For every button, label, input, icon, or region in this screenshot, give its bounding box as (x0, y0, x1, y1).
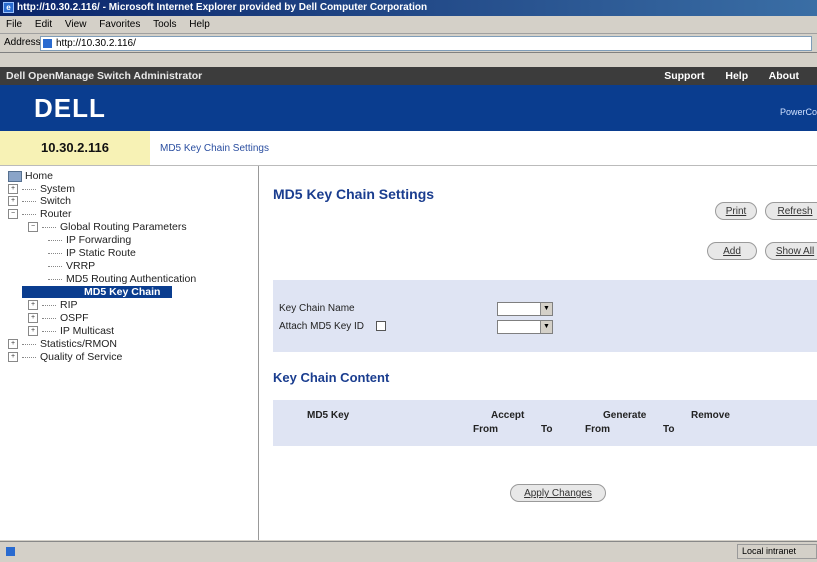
tree-item-router[interactable]: − Router (8, 208, 72, 220)
tree-item-system[interactable]: + System (8, 183, 75, 195)
tree-label: System (40, 183, 76, 195)
page-title: MD5 Key Chain Settings (273, 186, 435, 202)
menu-edit[interactable]: Edit (35, 19, 52, 30)
tree-label: Global Routing Parameters (60, 221, 187, 233)
tree-label: IP Forwarding (66, 234, 132, 246)
key-chain-content-title: Key Chain Content (273, 370, 390, 385)
print-button[interactable]: Print (715, 202, 757, 220)
tree-label: Switch (40, 195, 71, 207)
col-accept: Accept (491, 410, 525, 421)
expand-icon[interactable]: + (8, 352, 18, 363)
tree-label: Router (40, 208, 72, 220)
tree-label: IP Multicast (60, 325, 115, 337)
tree-label: Quality of Service (40, 351, 123, 363)
menu-file[interactable]: File (6, 19, 22, 30)
expand-icon[interactable]: + (8, 339, 18, 350)
col-md5-key: MD5 Key (307, 410, 350, 421)
collapse-icon[interactable]: − (28, 222, 38, 233)
menu-view[interactable]: View (65, 19, 87, 30)
tree-label: OSPF (60, 312, 89, 324)
address-bar: Address http://10.30.2.116/ (0, 34, 817, 53)
menu-help[interactable]: Help (189, 19, 210, 30)
attach-md5-text: Attach MD5 Key ID (279, 321, 365, 332)
tree-label: MD5 Routing Authentication (66, 273, 197, 285)
attach-md5-row: Attach MD5 Key ID ▼ (273, 318, 817, 336)
expand-icon[interactable]: + (28, 300, 38, 311)
tree-label: Home (25, 170, 54, 182)
key-chain-name-select[interactable]: ▼ (497, 302, 553, 316)
expand-icon[interactable]: + (28, 313, 38, 324)
tree-item-statistics-rmon[interactable]: + Statistics/RMON (8, 338, 117, 350)
help-link[interactable]: Help (725, 70, 748, 82)
tree-label: IP Static Route (66, 247, 136, 259)
dell-logo: DELL (34, 93, 106, 123)
address-label: Address (4, 37, 41, 48)
app-header: Dell OpenManage Switch Administrator Sup… (0, 67, 817, 85)
key-chain-name-label: Key Chain Name (279, 303, 355, 314)
tree-label: MD5 Key Chain (84, 286, 161, 298)
md5-key-id-select[interactable]: ▼ (497, 320, 553, 334)
col-generate: Generate (603, 410, 647, 421)
menu-bar: File Edit View Favorites Tools Help (0, 16, 817, 34)
col-generate-from: From (585, 424, 610, 435)
status-bar: Local intranet (0, 541, 817, 562)
location-bar: 10.30.2.116 MD5 Key Chain Settings (0, 131, 817, 166)
tree-item-ip-forwarding[interactable]: IP Forwarding (48, 234, 131, 246)
address-field[interactable]: http://10.30.2.116/ (40, 36, 812, 51)
security-zone: Local intranet (737, 544, 817, 559)
about-link[interactable]: About (769, 70, 799, 82)
tree-item-md5-routing-authentication[interactable]: MD5 Routing Authentication (48, 273, 196, 285)
col-generate-to: To (663, 424, 675, 435)
tree-item-ip-multicast[interactable]: + IP Multicast (28, 325, 114, 337)
address-value: http://10.30.2.116/ (56, 38, 136, 49)
expand-icon[interactable]: + (8, 196, 18, 207)
tree-item-quality-of-service[interactable]: + Quality of Service (8, 351, 122, 363)
menu-favorites[interactable]: Favorites (99, 19, 140, 30)
page-status-icon (6, 547, 15, 556)
main-panel: MD5 Key Chain Settings Print Refresh Add… (259, 166, 817, 540)
navigation-tree: Home + System + Switch − Router − Global Rou… (0, 166, 259, 540)
chevron-down-icon: ▼ (540, 303, 552, 315)
collapse-icon[interactable]: − (8, 209, 18, 220)
support-link[interactable]: Support (664, 70, 704, 82)
tree-item-home[interactable]: Home (8, 170, 53, 182)
key-chain-form: Key Chain Name ▼ Attach MD5 Key ID ▼ (273, 280, 817, 352)
col-remove: Remove (691, 410, 730, 421)
tree-label: VRRP (66, 260, 96, 272)
device-ip: 10.30.2.116 (0, 131, 150, 165)
key-chain-name-row: Key Chain Name ▼ (273, 300, 817, 318)
product-name: PowerCo (779, 107, 817, 117)
col-accept-from: From (473, 424, 498, 435)
show-all-button[interactable]: Show All (765, 242, 817, 260)
window-title: http://10.30.2.116/ - Microsoft Internet… (17, 2, 428, 13)
window-title-bar: e http://10.30.2.116/ - Microsoft Interne… (0, 0, 817, 16)
col-accept-to: To (541, 424, 553, 435)
tree-item-ospf[interactable]: + OSPF (28, 312, 89, 324)
breadcrumb: MD5 Key Chain Settings (160, 143, 269, 154)
brand-bar: DELL PowerCo (0, 85, 817, 131)
tree-item-vrrp[interactable]: VRRP (48, 260, 95, 272)
tree-item-switch[interactable]: + Switch (8, 195, 71, 207)
expand-icon[interactable]: + (8, 184, 18, 195)
attach-md5-checkbox[interactable] (376, 321, 387, 332)
page-icon (43, 39, 52, 48)
attach-md5-label: Attach MD5 Key ID (279, 318, 387, 336)
internet-explorer-icon: e (3, 2, 14, 13)
tree-item-md5-key-chain[interactable]: MD5 Key Chain (22, 286, 172, 298)
tree-item-ip-static-route[interactable]: IP Static Route (48, 247, 136, 259)
tree-item-global-routing-parameters[interactable]: − Global Routing Parameters (28, 221, 187, 233)
add-button[interactable]: Add (707, 242, 757, 260)
menu-tools[interactable]: Tools (153, 19, 176, 30)
key-chain-table-header: MD5 Key Accept Generate Remove From To F… (273, 400, 817, 446)
chevron-down-icon: ▼ (540, 321, 552, 333)
tree-item-rip[interactable]: + RIP (28, 299, 78, 311)
app-title: Dell OpenManage Switch Administrator (6, 70, 203, 82)
folder-icon (8, 170, 22, 182)
tree-label: RIP (60, 299, 78, 311)
apply-changes-button[interactable]: Apply Changes (510, 484, 606, 502)
refresh-button[interactable]: Refresh (765, 202, 817, 220)
expand-icon[interactable]: + (28, 326, 38, 337)
tree-label: Statistics/RMON (40, 338, 118, 350)
